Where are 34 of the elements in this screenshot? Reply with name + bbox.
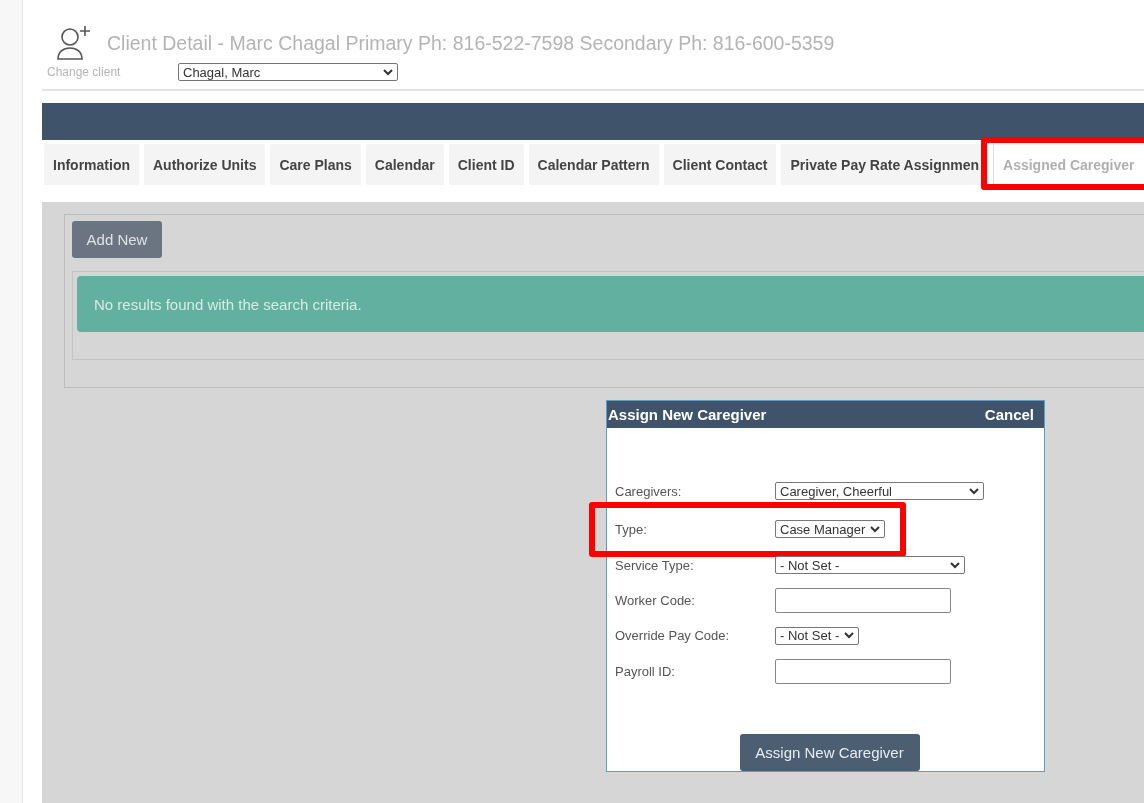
tab[interactable]: Information [44, 144, 139, 185]
field-label: Override Pay Code: [615, 628, 731, 643]
input-field[interactable] [775, 658, 951, 684]
tab[interactable]: Client ID [448, 144, 524, 185]
field-label: Caregivers: [615, 483, 683, 499]
tab[interactable]: Private Pay Rate Assignmen [781, 144, 989, 185]
tab[interactable]: Calendar Pattern [528, 144, 659, 185]
field-label: Type: [615, 521, 648, 537]
dialog-title: Assign New Caregiver [608, 406, 767, 423]
caret-icon [969, 487, 979, 495]
tab[interactable]: Authorize Units [144, 144, 266, 185]
select-field[interactable]: Caregiver, Cheerful [775, 482, 984, 500]
page-title: Client Detail - Marc Chagal Primary Ph: 816-522-7598 Secondary Ph: 816-600-5359 [107, 31, 835, 55]
input-field[interactable] [775, 587, 951, 613]
person-add-icon [55, 25, 93, 61]
field-label: Service Type: [615, 557, 695, 573]
select-field[interactable]: Case Manager [775, 520, 885, 538]
cancel-link[interactable]: Cancel [984, 406, 1034, 423]
client-select[interactable]: Chagal, Marc [178, 63, 398, 81]
caret-icon [383, 68, 393, 76]
select-field[interactable]: - Not Set - [775, 556, 965, 574]
caret-icon [950, 561, 960, 569]
assign-caregiver-button[interactable]: Assign New Caregiver [739, 734, 920, 771]
no-results-alert: No results found with the search criteria. [77, 276, 1144, 332]
select-field[interactable]: - Not Set - [775, 626, 859, 645]
tab[interactable]: Care Plans [270, 144, 361, 185]
caret-icon [870, 525, 880, 533]
tab[interactable]: Calendar [365, 144, 444, 185]
field-label: Payroll ID: [615, 663, 676, 679]
add-new-button[interactable]: Add New [72, 221, 162, 258]
change-client-label: Change client [47, 65, 122, 79]
field-label: Worker Code: [615, 592, 696, 608]
tab[interactable]: Client Contact [663, 144, 777, 185]
caret-icon [844, 632, 854, 639]
